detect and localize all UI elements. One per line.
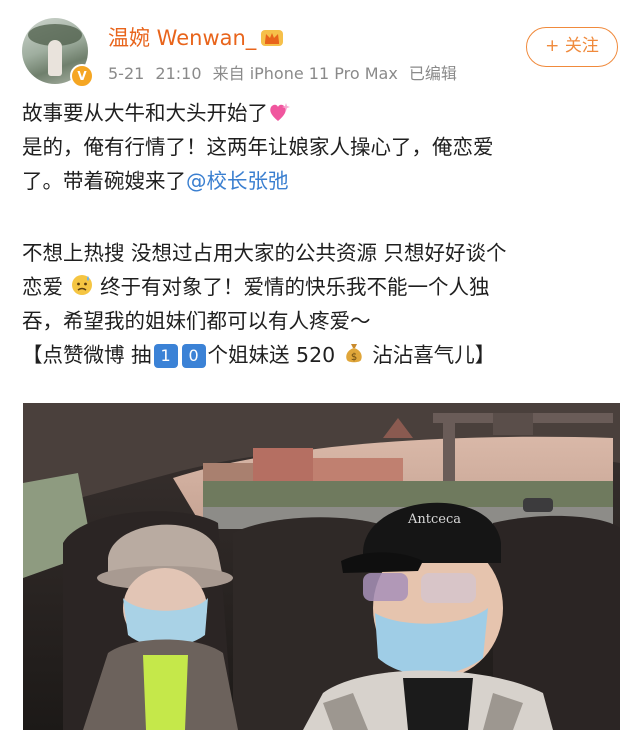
cap-logo: Antceca [407,512,461,527]
author-name[interactable]: 温婉 Wenwan_ [108,26,256,50]
post-text-3: 了。带着碗嫂来了 [22,169,186,193]
svg-text:$: $ [351,352,357,363]
verified-badge-icon: V [70,64,94,88]
sparkling-heart-icon [270,103,290,121]
mention-link[interactable]: @校长张弛 [186,169,289,193]
post-text-1: 故事要从大牛和大头开始了 [22,101,268,125]
keycap-1-icon: 1 [153,344,178,368]
post-date: 5-21 [108,64,145,83]
cold-sweat-face-icon [71,275,92,295]
crown-icon [261,30,284,46]
post-text-line-3: 了。带着碗嫂来了@校长张弛 [22,164,622,198]
post-text-line-2: 是的，俺有行情了！这两年让娘家人操心了，俺恋爱 [22,135,494,159]
keycap-0-icon: 0 [181,344,206,368]
author-name-row[interactable]: 温婉 Wenwan_ [108,22,284,52]
post-text-line-1: 故事要从大牛和大头开始了 [22,96,622,130]
car-selfie-image: Antceca [23,403,620,730]
edited-label[interactable]: 已编辑 [409,64,457,83]
avatar-figure [48,40,62,76]
post-text-line-7: 【点赞微博 抽 1 0 个姐妹送 520 $ 沾沾喜气儿】 [22,338,622,372]
post-text-5a: 恋爱 [22,275,63,299]
follow-button[interactable]: + 关注 [526,27,618,67]
post-text-line-6: 吞，希望我的姐妹们都可以有人疼爱～ [22,309,371,333]
post-time: 21:10 [155,64,202,83]
post-text-7c: 沾沾喜气儿】 [372,343,496,367]
post-text-7a: 【点赞微博 抽 [22,343,152,367]
post-text-line-5: 恋爱 终于有对象了！爱情的快乐我不能一个人独 [22,270,622,304]
money-bag-icon: $ [345,344,362,363]
post-text-5b: 终于有对象了！爱情的快乐我不能一个人独 [100,275,490,299]
post-photo[interactable]: Antceca [23,403,620,730]
post-text-line-4: 不想上热搜 没想过占用大家的公共资源 只想好好谈个 [22,241,507,265]
post-meta: 5-21 21:10 来自 iPhone 11 Pro Max 已编辑 [108,60,463,84]
post-source: 来自 iPhone 11 Pro Max [212,64,398,83]
post-text-7b: 个姐妹送 520 [207,343,336,367]
weibo-post: V 温婉 Wenwan_ 5-21 21:10 来自 iPhone 11 Pro… [0,0,640,730]
